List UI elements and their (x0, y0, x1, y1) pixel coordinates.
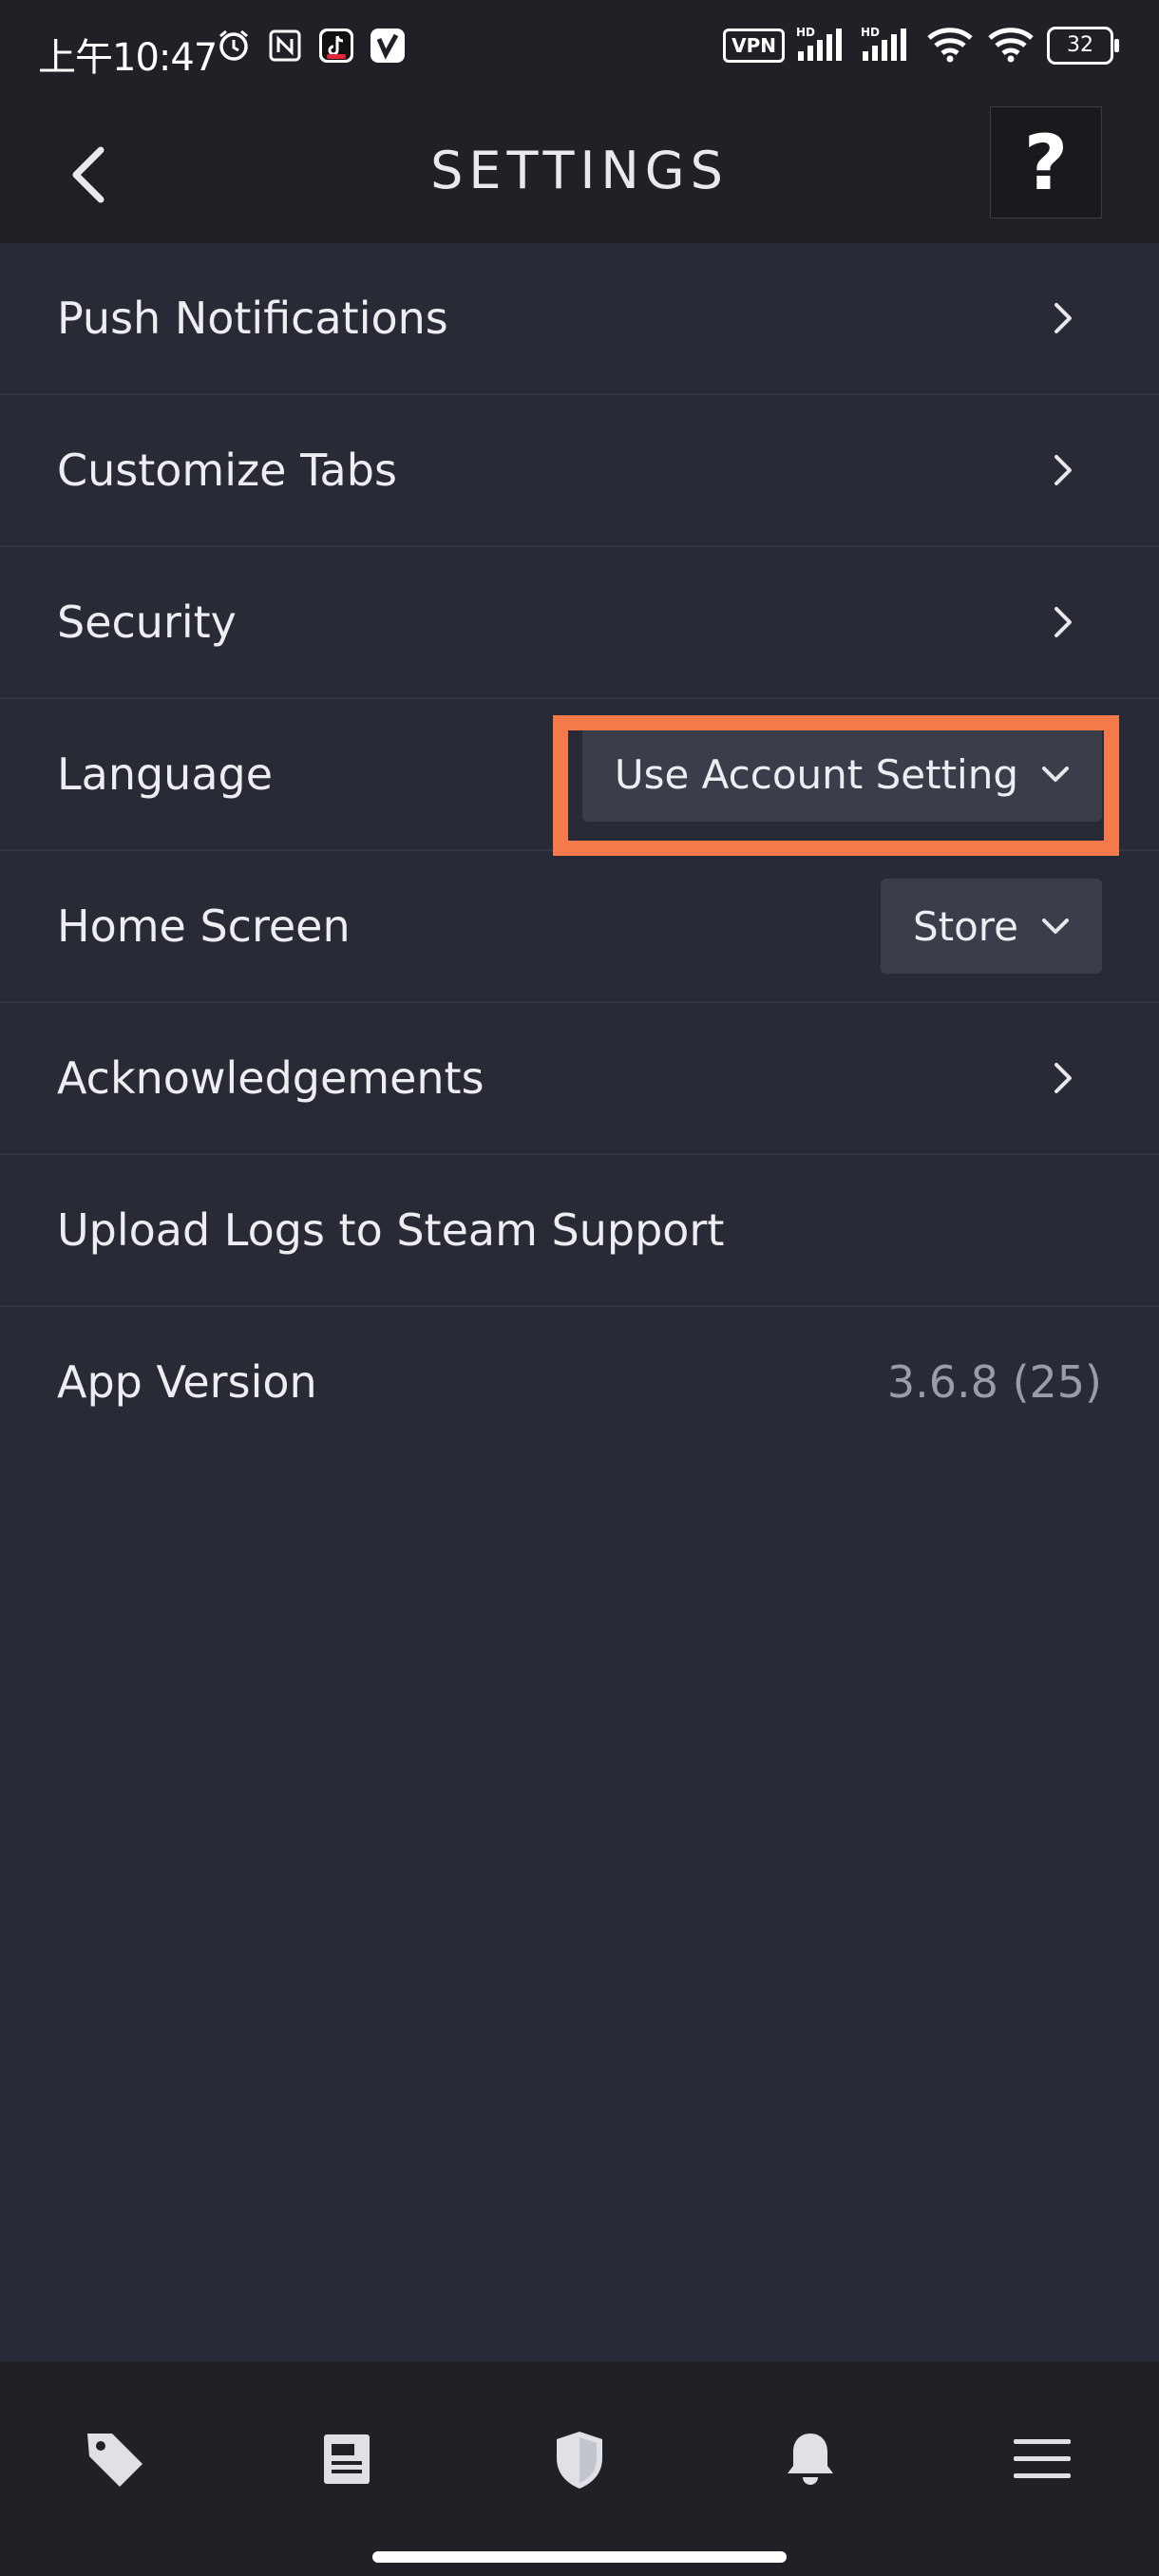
home-screen-dropdown[interactable]: Store (880, 879, 1102, 974)
nav-notifications[interactable] (768, 2416, 853, 2502)
menu-icon (1014, 2439, 1071, 2478)
language-dropdown-value: Use Account Setting (614, 750, 1018, 798)
vpn-badge: VPN (723, 28, 785, 63)
battery-indicator: 32 (1047, 27, 1119, 65)
chevron-right-icon (1054, 455, 1072, 485)
setting-app-version: App Version 3.6.8 (25) (0, 1307, 1159, 1457)
setting-label: App Version (57, 1356, 317, 1408)
news-icon (324, 2434, 370, 2484)
bottom-nav (0, 2361, 1159, 2576)
setting-upload-logs[interactable]: Upload Logs to Steam Support (0, 1155, 1159, 1307)
chevron-right-icon (1054, 607, 1072, 637)
nav-store[interactable] (72, 2416, 158, 2502)
wifi-2-icon (986, 25, 1036, 66)
store-tag-icon (87, 2434, 142, 2487)
chevron-right-icon (1054, 1063, 1072, 1093)
setting-home-screen: Home Screen Store (0, 851, 1159, 1003)
nav-guard[interactable] (537, 2416, 622, 2502)
setting-label: Customize Tabs (57, 445, 397, 496)
status-icons-left (215, 27, 407, 65)
nav-menu[interactable] (999, 2416, 1085, 2502)
nav-news[interactable] (304, 2416, 390, 2502)
help-button[interactable]: ? (990, 106, 1102, 218)
setting-security[interactable]: Security (0, 547, 1159, 699)
language-dropdown[interactable]: Use Account Setting (581, 727, 1102, 822)
signal-2-icon: HD (861, 25, 914, 66)
app-version-value: 3.6.8 (25) (886, 1356, 1102, 1408)
chevron-down-icon (1042, 767, 1069, 782)
signal-1-icon: HD (796, 25, 849, 66)
app-header: SETTINGS ? (0, 104, 1159, 243)
wifi-1-icon (925, 25, 975, 66)
setting-acknowledgements[interactable]: Acknowledgements (0, 1003, 1159, 1155)
settings-list: Push Notifications Customize Tabs Securi… (0, 243, 1159, 1457)
setting-label: Upload Logs to Steam Support (57, 1204, 725, 1256)
setting-label: Push Notifications (57, 293, 448, 344)
setting-label: Acknowledgements (57, 1052, 484, 1104)
setting-customize-tabs[interactable]: Customize Tabs (0, 395, 1159, 547)
status-icons-right: VPN HD HD 32 (723, 25, 1119, 66)
chevron-right-icon (1054, 303, 1072, 333)
app-notification-icon (369, 27, 407, 65)
home-screen-dropdown-value: Store (912, 902, 1018, 950)
status-bar: 上午10:47 VPN HD HD 32 (0, 0, 1159, 104)
tiktok-app-icon (317, 27, 355, 65)
status-time: 上午10:47 (38, 36, 218, 80)
chevron-down-icon (1042, 919, 1069, 934)
setting-label: Home Screen (57, 900, 351, 952)
setting-label: Security (57, 597, 237, 648)
guard-shield-icon (557, 2432, 602, 2489)
page-title: SETTINGS (430, 141, 729, 200)
notifications-bell-icon (788, 2434, 833, 2485)
hd-label-1: HD (796, 26, 815, 39)
alarm-icon (215, 27, 253, 65)
setting-push-notifications[interactable]: Push Notifications (0, 243, 1159, 395)
setting-label: Language (57, 748, 274, 800)
nfc-icon (266, 27, 304, 65)
home-indicator (372, 2551, 787, 2563)
setting-language: Language Use Account Setting (0, 699, 1159, 851)
hd-label-2: HD (861, 26, 880, 39)
